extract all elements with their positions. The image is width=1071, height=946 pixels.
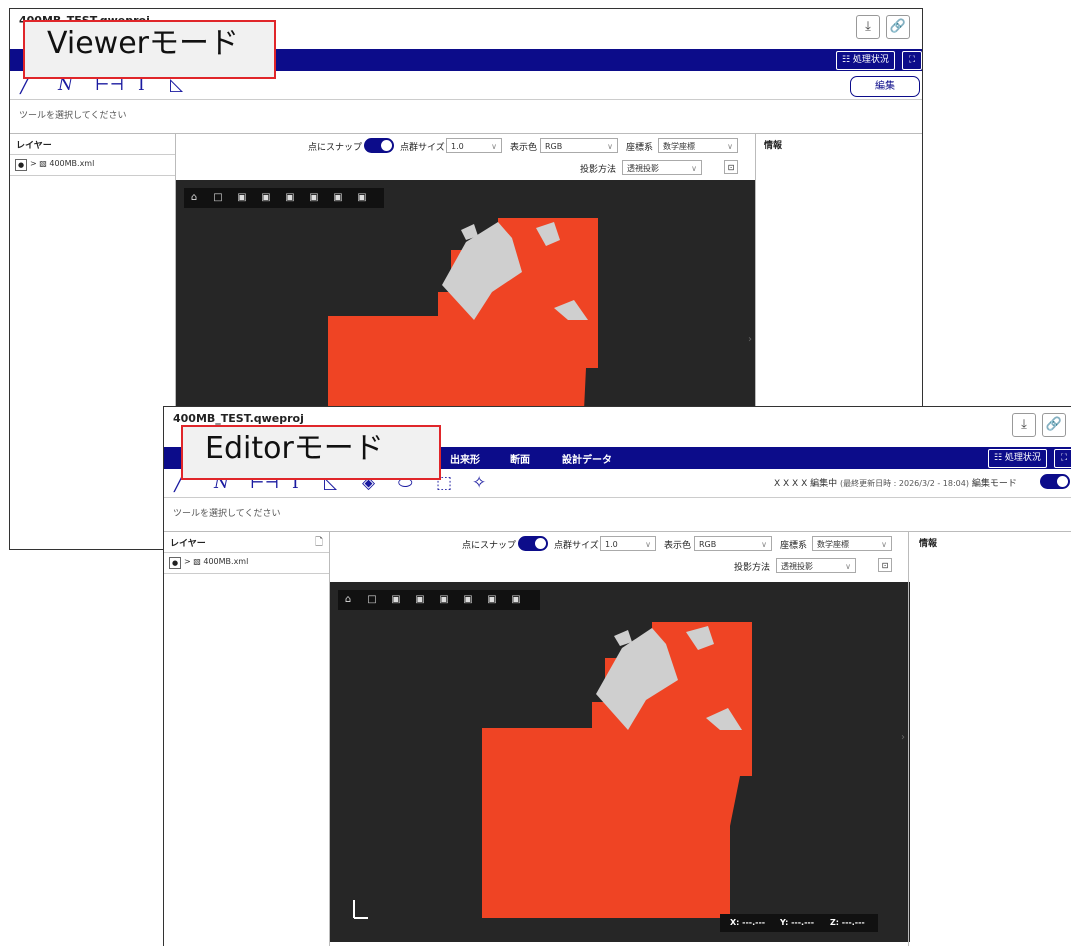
snap-toggle[interactable] [364,138,394,153]
editor-project-title: 400MB_TEST.qweproj [173,412,304,425]
menu-item-design-data[interactable]: 設計データ [562,451,612,466]
chevron-down-icon: ∨ [761,540,767,549]
layer-panel: レイヤー 🗋 ● > ▧ 400MB.xml [164,532,330,946]
tool-hint: ツールを選択してください [173,509,281,519]
download-icon: ⤓ [1021,417,1027,432]
menu-item-dekigata[interactable]: 出来形 [450,451,480,466]
chevron-down-icon: ∨ [845,562,851,571]
fullscreen-icon: ⛶ [908,55,916,65]
status-button[interactable]: ☷ 処理状況 [988,449,1047,468]
info-panel: › 情報 [901,532,1071,946]
chevron-down-icon: ∨ [691,164,697,173]
chevron-right-icon[interactable]: › [748,334,752,345]
edit-mode-label: 編集モード [971,479,1017,489]
color-label: 表示色 [664,541,692,551]
chevron-down-icon: ∨ [645,540,651,549]
chevron-down-icon: ∨ [881,540,887,549]
tool-hint: ツールを選択してください [19,111,127,121]
layer-row[interactable]: ● > ▧ 400MB.xml [10,154,175,176]
download-button[interactable]: ⤓ [856,15,880,39]
eye-icon[interactable]: ● [169,557,181,569]
projection-select[interactable]: 透視投影 ∨ [622,160,702,175]
projection-label: 投影方法 [734,563,771,573]
chevron-down-icon: ∨ [727,142,733,151]
color-label: 表示色 [510,143,538,153]
chevron-down-icon: ∨ [607,142,613,151]
edit-button[interactable]: 編集 [850,76,920,97]
coord-y: Y: ---.--- [780,918,815,927]
eye-icon[interactable]: ● [15,159,27,171]
layer-panel-title: レイヤー [16,141,52,151]
coord-select[interactable]: 数学座標 ∨ [658,138,738,153]
last-update: (最終更新日時 : 2026/3/2 - 18:04) [839,479,969,488]
projection-select[interactable]: 透視投影 ∨ [776,558,856,573]
coord-label: 座標系 [626,143,654,153]
link-icon: 🔗 [1045,417,1063,432]
layer-panel: レイヤー ● > ▧ 400MB.xml [10,134,176,549]
pointsize-select[interactable]: 1.0 ∨ [446,138,502,153]
pointsize-select[interactable]: 1.0 ∨ [600,536,656,551]
viewer-mode-label: Viewerモード [23,20,276,79]
layer-name: 400MB.xml [49,159,95,168]
new-layer-icon[interactable]: 🗋 [315,535,323,552]
coord-z: Z: ---.--- [830,918,865,927]
layer-panel-title: レイヤー [170,539,206,549]
chevron-right-icon[interactable]: › [901,732,905,743]
link-button[interactable]: 🔗 [1042,413,1066,437]
editor-center-panel: 点にスナップ 点群サイズ 1.0 ∨ 表示色 RGB ∨ 座標系 数学座標 ∨ 投影方… [330,532,910,946]
fullscreen-button[interactable]: ⛶ [1054,449,1071,468]
edit-mode-toggle[interactable] [1040,474,1070,489]
coord-select[interactable]: 数学座標 ∨ [812,536,892,551]
edit-user: X X X X 編集中 [774,479,838,489]
editor-3d-viewport[interactable]: ⌂ □ ▣ ▣ ▣ ▣ ▣ ▣ X: ---.--- Y: ---.--- Z:… [330,582,910,942]
screenshot-button[interactable]: ⊡ [724,160,738,174]
link-icon: 🔗 [889,19,907,34]
point-cloud [353,622,752,919]
edit-status: X X X X 編集中 (最終更新日時 : 2026/3/2 - 18:04) … [774,476,1017,489]
projection-label: 投影方法 [580,165,617,175]
snap-label: 点にスナップ [462,541,517,551]
editor-window: 400MB_TEST.qweproj ⤓ 🔗 出来形 断面 設計データ ☷ 処理… [163,406,1071,946]
fullscreen-icon: ⛶ [1060,453,1068,463]
editor-panels: レイヤー 🗋 ● > ▧ 400MB.xml 点にスナップ 点群サイズ 1.0 ∨… [164,531,1071,946]
download-icon: ⤓ [865,19,871,34]
fullscreen-button[interactable]: ⛶ [902,51,922,70]
menu-item-danmen[interactable]: 断面 [510,451,530,466]
pointsize-label: 点群サイズ [400,143,445,153]
coord-x: X: ---.--- [730,918,766,927]
cursor-coordinates: X: ---.--- Y: ---.--- Z: ---.--- [720,914,878,932]
pointsize-label: 点群サイズ [554,541,599,551]
color-select[interactable]: RGB ∨ [540,138,618,153]
snap-toggle[interactable] [518,536,548,551]
link-button[interactable]: 🔗 [886,15,910,39]
coord-label: 座標系 [780,541,808,551]
editor-mode-label: Editorモード [181,425,441,480]
chevron-down-icon: ∨ [491,142,497,151]
color-select[interactable]: RGB ∨ [694,536,772,551]
edit-point-tool-icon[interactable]: ✧ [472,473,486,493]
info-panel-title: 情報 [764,141,783,151]
status-button[interactable]: ☷ 処理状況 [836,51,895,70]
download-button[interactable]: ⤓ [1012,413,1036,437]
screenshot-button[interactable]: ⊡ [878,558,892,572]
layer-row[interactable]: ● > ▧ 400MB.xml [164,552,329,574]
info-panel-title: 情報 [919,539,938,549]
layer-name: 400MB.xml [203,557,249,566]
snap-label: 点にスナップ [308,143,363,153]
